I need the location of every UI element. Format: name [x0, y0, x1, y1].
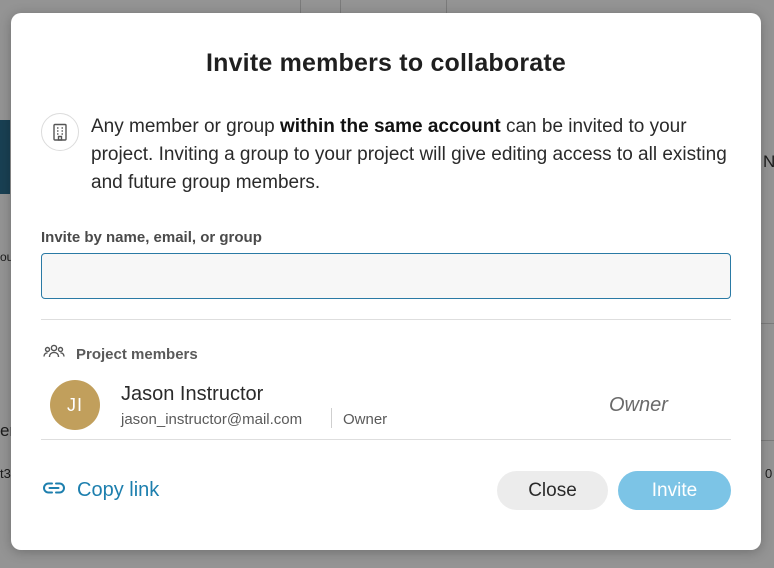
close-button[interactable]: Close: [497, 471, 608, 510]
dialog-title: Invite members to collaborate: [205, 49, 567, 77]
members-header: Project members: [43, 343, 198, 366]
member-name: Jason Instructor: [121, 383, 264, 405]
info-text-start: Any member or group: [91, 116, 281, 137]
invite-members-dialog: Invite members to collaborate Any member…: [11, 13, 761, 550]
info-text: Any member or group within the same acco…: [91, 113, 741, 197]
member-account-role: Owner: [343, 411, 388, 428]
link-icon: [41, 480, 67, 501]
member-email: jason_instructor@mail.com: [121, 411, 303, 428]
separator: [331, 408, 332, 428]
member-project-role: Owner: [609, 394, 668, 416]
members-header-label: Project members: [76, 346, 198, 363]
info-text-emphasis: within the same account: [280, 116, 501, 137]
invite-input[interactable]: [41, 253, 731, 299]
invite-button[interactable]: Invite: [618, 471, 731, 510]
copy-link-button[interactable]: Copy link: [41, 479, 159, 502]
avatar: JI: [50, 380, 100, 430]
invite-field-label: Invite by name, email, or group: [41, 229, 262, 246]
group-icon: [43, 343, 65, 366]
member-row: JI Jason Instructor jason_instructor@mai…: [50, 379, 730, 431]
copy-link-label: Copy link: [77, 479, 160, 501]
divider: [41, 319, 731, 320]
building-icon: [41, 113, 79, 151]
divider: [41, 439, 731, 440]
